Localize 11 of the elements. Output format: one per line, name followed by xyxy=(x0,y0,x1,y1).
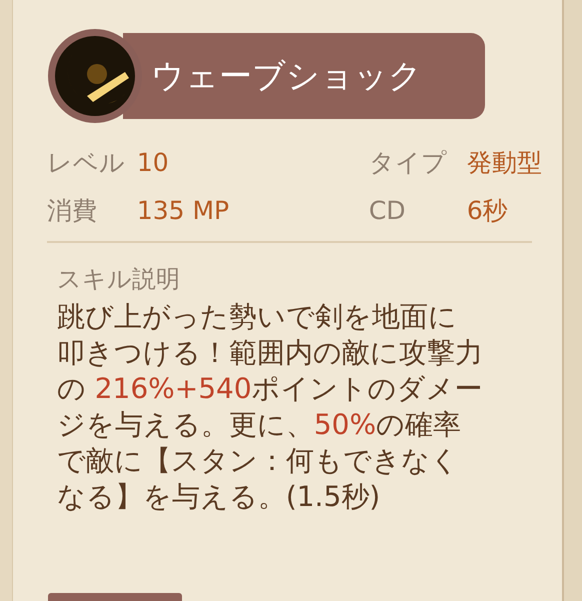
stat-label: レベル xyxy=(46,147,126,179)
stat-value: 135 MP xyxy=(136,194,230,226)
stat-label: タイプ xyxy=(368,147,448,179)
stat-label: 消費 xyxy=(46,194,98,226)
skill-name: ウェーブショック xyxy=(150,55,422,98)
section-heading: スキル説明 xyxy=(56,264,181,295)
stat-value: 10 xyxy=(136,147,169,179)
stat-value: 発動型 xyxy=(466,147,542,179)
stat-value: 6秒 xyxy=(466,194,508,226)
stat-label: CD xyxy=(368,194,407,226)
skill-description: 跳び上がった勢いで剣を地面に叩きつける！範囲内の敵に攻撃力の 216%+540ポイントのダメージを与える。更に、50%の確率で敵に【スタン：何もできなくなる】を与える。(1.5秒) xyxy=(56,299,483,515)
